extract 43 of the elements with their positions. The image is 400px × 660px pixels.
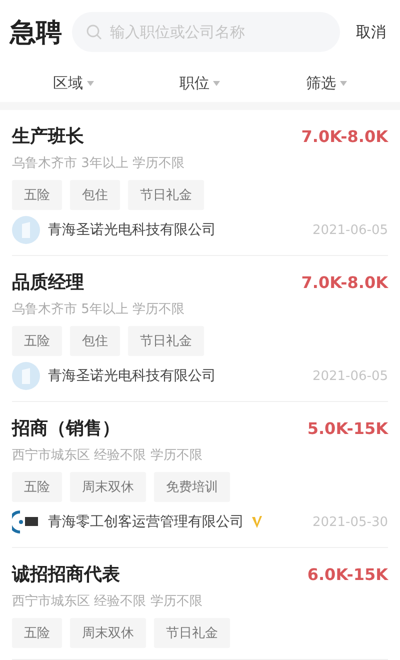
caret-icon [213,80,220,86]
job-title[interactable]: 诚招招商代表 [12,562,120,586]
job-details: 乌鲁木齐市 3年以上 学历不限 [12,155,186,172]
salary: 7.0K-8.0K [301,272,388,292]
job-title[interactable]: 品质经理 [12,270,84,294]
company-name[interactable]: 青海圣诺光电科技有限公司 [48,221,216,239]
verified-icon [252,516,262,528]
benefit-tag: 包住 [70,180,120,210]
cancel-button[interactable]: 取消 [356,22,386,42]
post-date: 2021-05-30 [312,514,388,530]
job-details: 西宁市城东区 经验不限 学历不限 [12,447,204,464]
salary: 5.0K-15K [307,418,388,438]
salary: 6.0K-15K [307,564,388,584]
benefit-tag: 免费培训 [154,472,230,502]
job-details: 乌鲁木齐市 5年以上 学历不限 [12,301,186,318]
post-date: 2021-06-05 [312,222,388,238]
job-details: 西宁市城东区 经验不限 学历不限 [12,593,204,610]
benefit-tag: 五险 [12,326,62,356]
page-title: 急聘 [10,16,62,50]
company-logo [12,362,40,390]
company-logo [12,508,40,536]
benefit-tag: 周末双休 [70,618,146,648]
benefit-tag: 包住 [70,326,120,356]
benefit-tag: 节日礼金 [154,618,230,648]
benefit-tag: 五险 [12,180,62,210]
company-name[interactable]: 青海圣诺光电科技有限公司 [48,367,216,385]
benefit-tag: 节日礼金 [128,326,204,356]
filter-dropdown[interactable]: 职位 [179,74,220,92]
filter-dropdown[interactable]: 筛选 [306,74,348,92]
job-title[interactable]: 生产班长 [12,124,84,148]
benefit-tag: 周末双休 [70,472,146,502]
caret-icon [86,80,94,86]
benefit-tag: 五险 [12,472,62,502]
caret-icon [340,80,348,86]
company-logo [12,216,40,244]
post-date: 2021-06-05 [312,368,388,384]
company-name[interactable]: 青海零工创客运营管理有限公司 [48,513,244,531]
job-title[interactable]: 招商（销售） [12,416,120,440]
filter-dropdown[interactable]: 区域 [52,74,94,92]
search-icon [86,24,102,40]
salary: 7.0K-8.0K [301,126,388,146]
benefit-tag: 五险 [12,618,62,648]
benefit-tag: 节日礼金 [128,180,204,210]
